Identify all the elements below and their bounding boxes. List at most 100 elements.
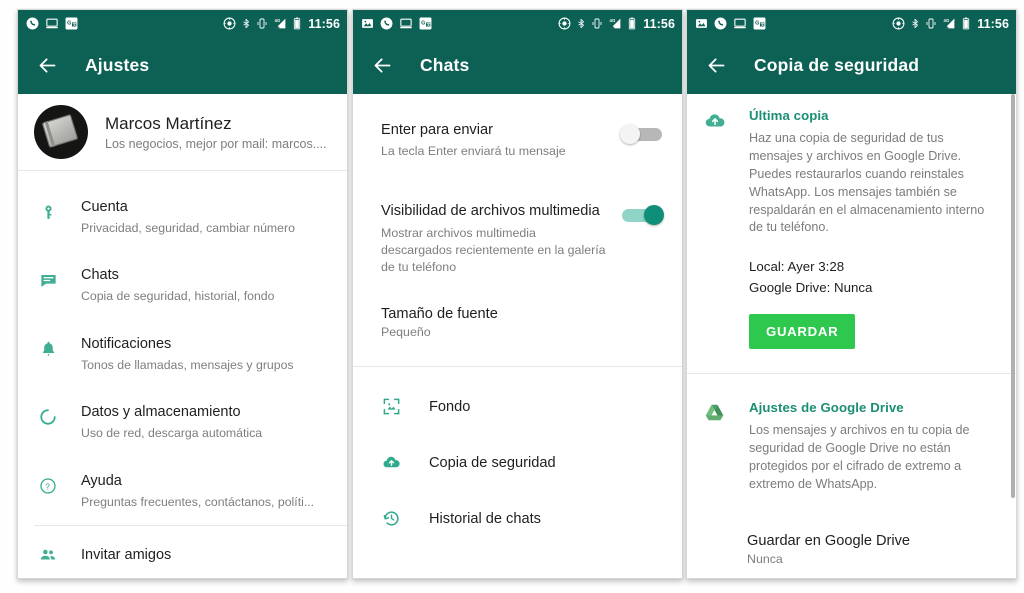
svg-text:文: 文 xyxy=(426,22,431,27)
svg-text:文: 文 xyxy=(760,22,765,27)
back-button[interactable] xyxy=(367,51,397,81)
sidebar-item-notificaciones[interactable]: Notificaciones Tonos de llamadas, mensaj… xyxy=(18,320,347,388)
item-title: Chats xyxy=(81,267,119,284)
signal-4g-icon: 4G xyxy=(944,18,955,29)
status-bar-right-icons: 4G 11:56 xyxy=(558,17,675,31)
svg-text:G: G xyxy=(755,21,759,27)
setting-visibilidad-archivos-multimedia[interactable]: Visibilidad de archivos multimedia Mostr… xyxy=(353,187,682,291)
sidebar-item-datos-almacenamiento[interactable]: Datos y almacenamiento Uso de red, desca… xyxy=(18,388,347,456)
dnd-icon xyxy=(558,17,571,30)
status-bar-right-icons: 4G 11:56 xyxy=(892,17,1009,31)
status-bar-right-icons: 4G 11:56 xyxy=(223,17,340,31)
image-icon xyxy=(696,19,707,28)
item-title: Invitar amigos xyxy=(81,546,172,563)
setting-enter-para-enviar[interactable]: Enter para enviar La tecla Enter enviará… xyxy=(353,106,682,175)
vertical-scrollbar[interactable] xyxy=(1011,94,1015,498)
desktop-icon xyxy=(400,18,412,29)
signal-4g-icon: 4G xyxy=(275,18,286,29)
translate-icon: G文 xyxy=(419,17,432,30)
item-subtitle: Preguntas frecuentes, contáctanos, polít… xyxy=(81,494,315,509)
section-description: Los mensajes y archivos en tu copia de s… xyxy=(749,423,970,491)
svg-text:G: G xyxy=(421,21,425,27)
arrow-left-icon xyxy=(708,58,724,73)
arrow-left-icon xyxy=(374,58,390,73)
help-icon: ? xyxy=(36,474,60,498)
setting-guardar-en-google-drive[interactable]: Guardar en Google Drive Nunca xyxy=(687,518,1016,578)
settings-list: Marcos Martínez Los negocios, mejor por … xyxy=(18,94,347,578)
translate-icon: G文 xyxy=(65,17,78,30)
item-subtitle: Privacidad, seguridad, cambiar número xyxy=(81,220,295,235)
menu-item-label: Fondo xyxy=(429,398,471,415)
phone-panel-settings: G文 4G 11:56 Ajustes Marcos Martínez Los … xyxy=(17,9,348,579)
toggle-enter-para-enviar[interactable] xyxy=(620,124,664,144)
chats-settings-list: Enter para enviar La tecla Enter enviará… xyxy=(353,94,682,578)
chat-icon xyxy=(36,268,60,292)
app-bar-backup: Copia de seguridad xyxy=(687,37,1016,94)
svg-text:4G: 4G xyxy=(610,18,616,23)
bluetooth-icon xyxy=(578,18,585,29)
item-subtitle: Uso de red, descarga automática xyxy=(81,426,263,441)
item-title: Cuenta xyxy=(81,199,128,215)
phone-panel-chats: G文 4G 11:56 Chats Enter para enviar La t… xyxy=(352,9,683,579)
setting-title: Tamaño de fuente xyxy=(381,305,498,322)
status-bar-clock: 11:56 xyxy=(308,16,340,31)
vibrate-icon xyxy=(592,18,602,29)
google-drive-icon xyxy=(703,402,729,428)
app-bar-settings: Ajustes xyxy=(18,37,347,94)
battery-icon xyxy=(629,17,636,30)
desktop-icon xyxy=(46,18,58,29)
menu-item-label: Historial de chats xyxy=(429,510,541,527)
vibrate-icon xyxy=(926,18,936,29)
save-button[interactable]: GUARDAR xyxy=(749,314,856,350)
setting-title: Visibilidad de archivos multimedia xyxy=(381,203,600,220)
item-title: Datos y almacenamiento xyxy=(81,404,241,421)
status-bar-left-icons: G文 xyxy=(361,17,432,30)
backup-section: Última copia Haz una copia de seguridad … xyxy=(687,94,1016,353)
setting-tamano-de-fuente[interactable]: Tamaño de fuente Pequeño xyxy=(353,291,682,354)
backup-settings-list: Última copia Haz una copia de seguridad … xyxy=(687,94,1016,578)
sidebar-item-chats[interactable]: Chats Copia de seguridad, historial, fon… xyxy=(18,251,347,319)
svg-text:文: 文 xyxy=(72,22,77,27)
backup-drive-value: Google Drive: Nunca xyxy=(749,280,873,296)
data-usage-icon xyxy=(36,405,60,429)
desktop-icon xyxy=(734,18,746,29)
sidebar-item-ayuda[interactable]: ? Ayuda Preguntas frecuentes, contáctano… xyxy=(18,457,347,525)
menu-item-label: Copia de seguridad xyxy=(429,454,556,471)
bluetooth-icon xyxy=(243,18,250,29)
setting-subtitle: La tecla Enter enviará tu mensaje xyxy=(381,144,566,159)
sidebar-item-invitar-amigos[interactable]: Invitar amigos xyxy=(18,526,347,578)
item-subtitle: Copia de seguridad, historial, fondo xyxy=(81,289,275,304)
back-button[interactable] xyxy=(32,51,62,81)
menu-item-fondo[interactable]: Fondo xyxy=(353,379,682,435)
item-title: Notificaciones xyxy=(81,335,172,352)
cloud-upload-icon xyxy=(703,110,729,136)
screenshot-stage: G文 4G 11:56 Ajustes Marcos Martínez Los … xyxy=(0,0,1024,593)
battery-icon xyxy=(294,17,301,30)
status-bar-clock: 11:56 xyxy=(977,16,1009,31)
back-button[interactable] xyxy=(701,51,731,81)
svg-text:4G: 4G xyxy=(275,18,281,23)
item-subtitle: Tonos de llamadas, mensajes y grupos xyxy=(81,357,294,372)
svg-text:G: G xyxy=(67,21,71,27)
profile-row[interactable]: Marcos Martínez Los negocios, mejor por … xyxy=(18,94,347,170)
status-bar: G文 4G 11:56 xyxy=(687,10,1016,37)
profile-status: Los negocios, mejor por mail: marcos.... xyxy=(105,137,327,152)
page-title: Chats xyxy=(420,55,470,75)
setting-value: Pequeño xyxy=(381,324,431,339)
status-bar: G文 4G 11:56 xyxy=(353,10,682,37)
menu-item-copia-de-seguridad[interactable]: Copia de seguridad xyxy=(353,435,682,491)
key-icon xyxy=(36,200,60,224)
status-bar-left-icons: G文 xyxy=(695,17,766,30)
dnd-icon xyxy=(223,17,236,30)
call-icon xyxy=(714,17,727,30)
section-title-ultima-copia: Última copia xyxy=(749,108,829,123)
sidebar-item-cuenta[interactable]: Cuenta Privacidad, seguridad, cambiar nú… xyxy=(18,183,347,251)
call-icon xyxy=(380,17,393,30)
setting-value: Nunca xyxy=(747,551,783,566)
toggle-visibilidad-archivos-multimedia[interactable] xyxy=(620,205,664,226)
phone-panel-backup: G文 4G 11:56 Copia de seguridad Última co… xyxy=(686,9,1017,579)
cloud-upload-icon xyxy=(379,451,403,475)
setting-title: Enter para enviar xyxy=(381,122,493,138)
menu-item-historial-de-chats[interactable]: Historial de chats xyxy=(353,491,682,547)
arrow-left-icon xyxy=(39,58,55,73)
